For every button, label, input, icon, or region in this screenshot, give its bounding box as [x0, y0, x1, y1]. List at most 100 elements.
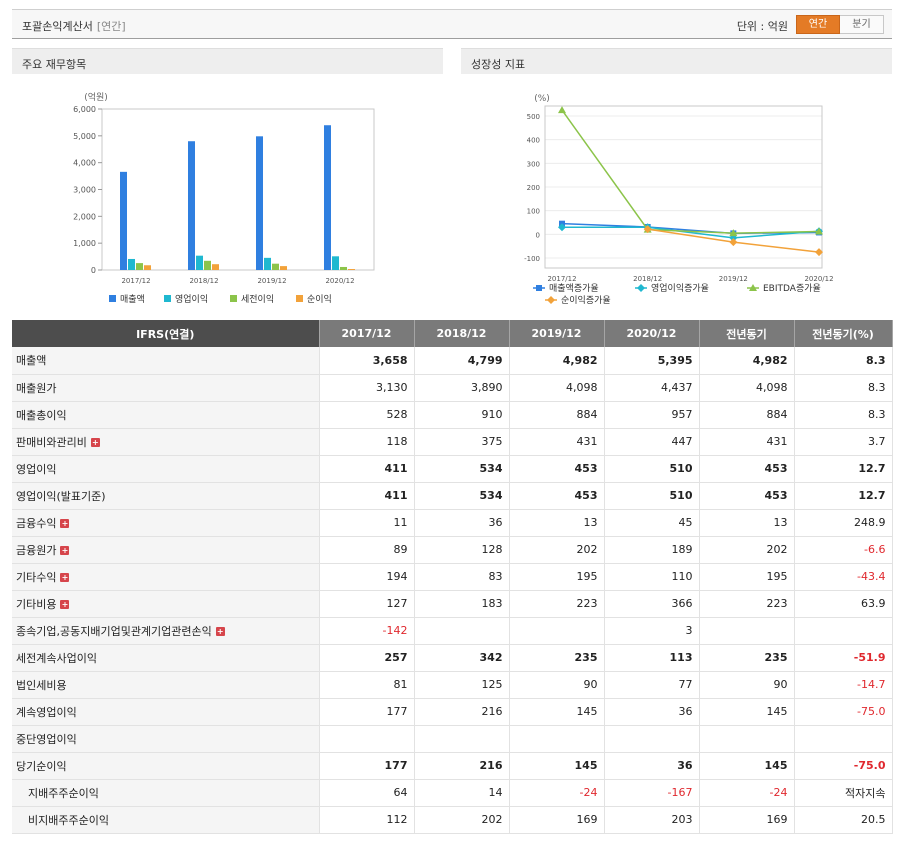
- row-label: 종속기업,공동지배기업및관계기업관련손익 +: [12, 617, 320, 645]
- toggle-annual-button[interactable]: 연간: [796, 15, 840, 34]
- col-header-2020: 2020/12: [604, 320, 700, 347]
- table-cell: 342: [414, 643, 510, 672]
- table-cell: 235: [509, 643, 605, 672]
- statement-header: 포괄손익계산서 [연간] 단위 : 억원 연간 분기: [12, 9, 892, 39]
- row-label-text: 종속기업,공동지배기업및관계기업관련손익: [16, 624, 212, 638]
- expand-plus-icon[interactable]: +: [215, 627, 225, 636]
- table-row: 중단영업이익: [12, 725, 893, 753]
- plot-frame: [101, 108, 375, 271]
- table-row: 기타수익 +194 83 195 110 195 -43.4: [12, 563, 893, 591]
- x-tick-label: 2020/12: [804, 275, 833, 283]
- table-cell: 20.5: [794, 806, 893, 834]
- y-tick-label: 200: [527, 184, 540, 192]
- table-cell: 8.3: [794, 401, 893, 429]
- table-cell: 510: [604, 482, 700, 510]
- expand-plus-icon[interactable]: +: [60, 573, 70, 582]
- table-cell: -167: [604, 779, 700, 807]
- row-label-text: 법인세비용: [16, 678, 67, 692]
- growth-indicators-line-chart: (%) -100 0 100 200 300 400 500 2017/12 2018/12 201…: [524, 94, 833, 306]
- table-cell: [794, 617, 893, 645]
- table-cell: 3,890: [414, 374, 510, 402]
- table-cell: 453: [699, 454, 795, 483]
- table-cell: [414, 725, 510, 753]
- legend-label: 순이익증가율: [561, 294, 611, 306]
- bar-순이익: [212, 264, 219, 270]
- row-label-text: 매출원가: [16, 381, 57, 395]
- table-cell: 36: [604, 751, 700, 780]
- table-cell: 89: [319, 536, 415, 564]
- data-point: [547, 296, 555, 304]
- table-cell: 13: [699, 508, 795, 537]
- row-label-text: 매출액: [16, 354, 47, 368]
- row-label-text: 지배주주순이익: [28, 786, 99, 800]
- expand-plus-icon[interactable]: +: [60, 600, 70, 609]
- expand-plus-icon[interactable]: +: [60, 546, 70, 555]
- table-cell: 235: [699, 643, 795, 672]
- table-cell: [414, 617, 510, 645]
- legend-label: 매출액증가율: [549, 282, 599, 294]
- table-cell: 145: [699, 698, 795, 726]
- col-header-ifrs: IFRS(연결): [12, 320, 320, 347]
- table-cell: 202: [509, 536, 605, 564]
- table-cell: 145: [509, 751, 605, 780]
- y-axis-label: (억원): [84, 91, 108, 103]
- table-row: 당기순이익 177 216 145 36 145 -75.0: [12, 751, 893, 780]
- y-tick-label: 400: [527, 137, 540, 145]
- table-cell: -43.4: [794, 563, 893, 591]
- table-cell: 4,982: [699, 347, 795, 375]
- row-label: 매출액: [12, 347, 320, 375]
- table-cell: 4,098: [509, 374, 605, 402]
- expand-plus-icon[interactable]: +: [90, 438, 100, 447]
- table-cell: [699, 725, 795, 753]
- row-label: 세전계속사업이익: [12, 643, 320, 672]
- table-cell: 81: [319, 671, 415, 699]
- table-cell: 63.9: [794, 590, 893, 618]
- x-tick-label: 2019/12: [719, 275, 748, 283]
- table-cell: 36: [414, 508, 510, 537]
- legend-swatch: [164, 295, 171, 302]
- row-label: 금융수익 +: [12, 508, 320, 537]
- income-statement-table: IFRS(연결) 2017/12 2018/12 2019/12 2020/12…: [12, 320, 893, 834]
- table-cell: -6.6: [794, 536, 893, 564]
- table-row: 비지배주주순이익 112 202 169 203 169 20.5: [12, 806, 893, 834]
- table-cell: 177: [319, 751, 415, 780]
- row-label-text: 세전계속사업이익: [16, 651, 97, 665]
- legend-label: EBITDA증가율: [763, 283, 821, 294]
- table-cell: 216: [414, 698, 510, 726]
- growth-panel-title: 성장성 지표: [461, 48, 892, 74]
- table-cell: 183: [414, 590, 510, 618]
- table-cell: 375: [414, 428, 510, 456]
- table-row: 판매비와관리비 +118 375 431 447 431 3.7: [12, 428, 893, 456]
- bar-세전이익: [204, 260, 211, 270]
- table-cell: 411: [319, 482, 415, 510]
- row-label-text: 금융수익: [16, 516, 57, 530]
- statement-title: 포괄손익계산서 [연간]: [22, 18, 126, 34]
- financial-items-bar-chart: (억원) 0 1,000 2,000 3,000 4,000 5,000 6,000 2017/…: [73, 91, 375, 305]
- bar-세전이익: [272, 263, 279, 270]
- table-cell: [509, 617, 605, 645]
- bar-매출액: [120, 171, 127, 270]
- row-label-text: 판매비와관리비: [16, 435, 87, 449]
- table-cell: [794, 725, 893, 753]
- y-tick-label: 3,000: [73, 186, 96, 195]
- table-cell: 884: [509, 401, 605, 429]
- table-cell: 194: [319, 563, 415, 591]
- statement-title-text: 포괄손익계산서: [22, 20, 93, 33]
- table-cell: 90: [699, 671, 795, 699]
- table-cell: 64: [319, 779, 415, 807]
- x-tick-label: 2018/12: [633, 275, 662, 283]
- expand-plus-icon[interactable]: +: [60, 519, 70, 528]
- toggle-quarterly-button[interactable]: 분기: [840, 15, 884, 34]
- legend-label: 매출액: [120, 293, 145, 305]
- row-label: 지배주주순이익: [12, 779, 320, 807]
- data-point: [729, 238, 738, 247]
- y-tick-label: 1,000: [73, 239, 96, 248]
- table-cell: 169: [699, 806, 795, 834]
- data-point: [558, 106, 566, 114]
- table-cell: 528: [319, 401, 415, 429]
- bar-영업이익: [264, 257, 271, 270]
- y-tick-label: 300: [527, 160, 540, 168]
- table-row: 금융원가 +89 128 202 189 202 -6.6: [12, 536, 893, 564]
- bar-영업이익: [196, 255, 203, 270]
- table-cell: -24: [509, 779, 605, 807]
